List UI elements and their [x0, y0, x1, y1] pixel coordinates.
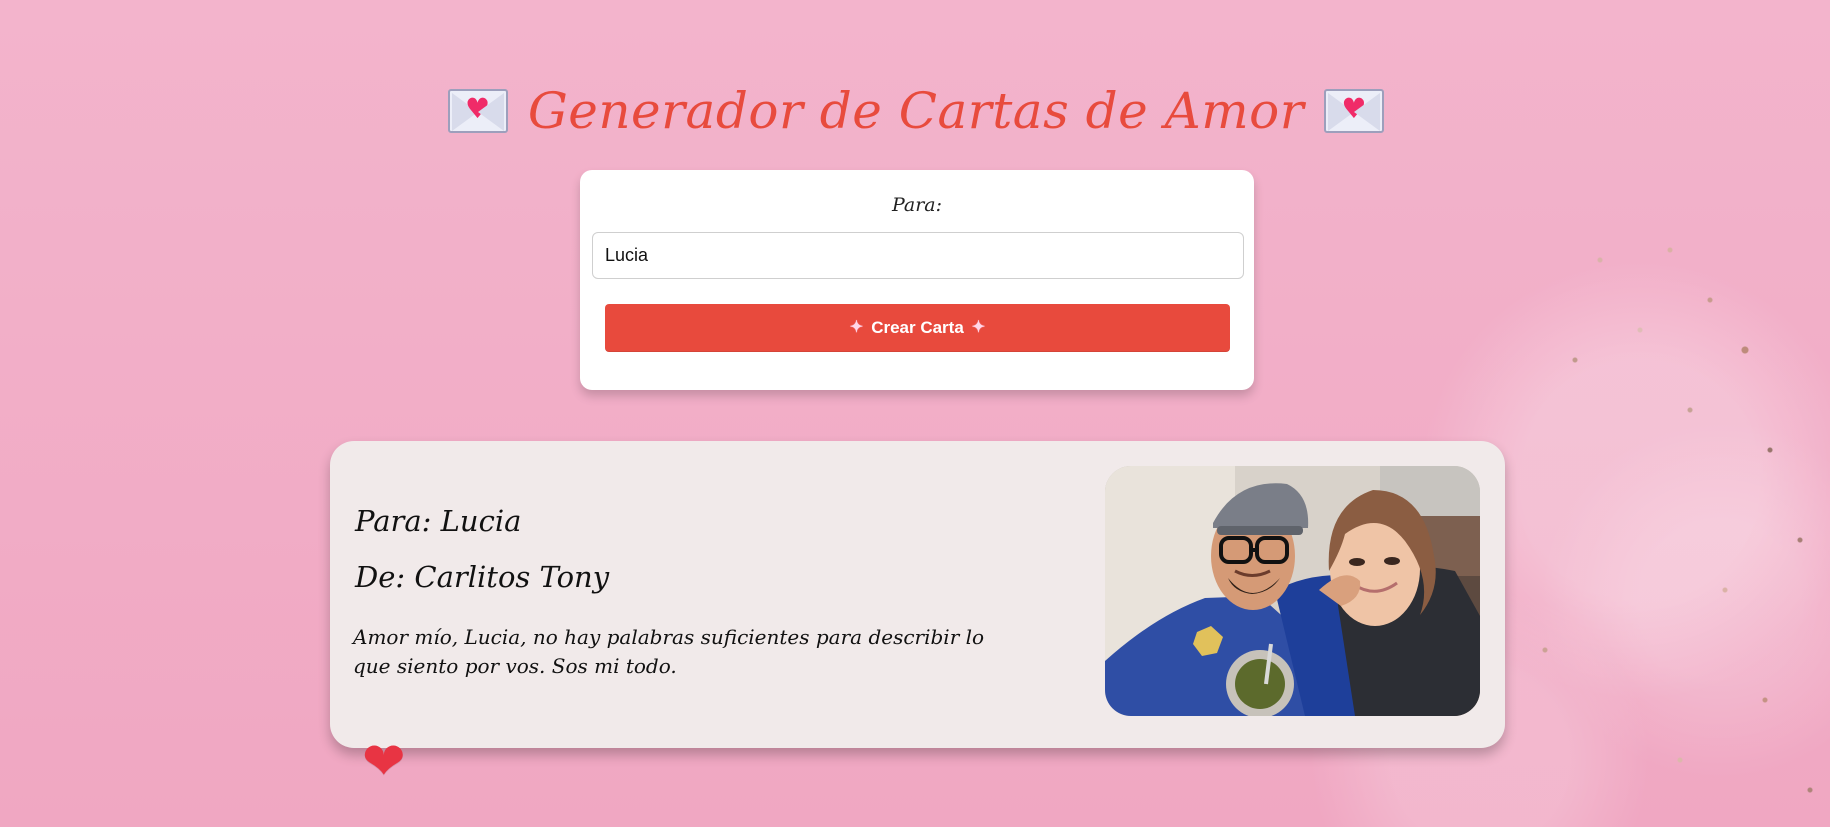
to-label: Para:: [891, 194, 943, 216]
create-letter-button[interactable]: ✦ Crear Carta ✦: [605, 304, 1230, 352]
create-letter-button-label: Crear Carta: [871, 318, 964, 337]
generated-letter-card: Para: Lucia De: Carlitos Tony Amor mío, …: [330, 441, 1505, 748]
sparkling-heart-icon: ✦: [971, 319, 986, 336]
heart-icon: ♥: [465, 92, 491, 125]
page-title-text: Generador de Cartas de Amor: [527, 82, 1305, 140]
letter-form-card: Para: ✦ Crear Carta ✦: [580, 170, 1254, 390]
envelope-heart-icon: ♥: [1324, 89, 1385, 133]
page-title: ♥ Generador de Cartas de Amor ♥: [447, 72, 1385, 150]
letter-sender: De: Carlitos Tony: [355, 560, 610, 594]
heart-icon: ♥: [1341, 92, 1367, 125]
couple-photo: [1105, 466, 1480, 716]
couple-photo-illustration: [1105, 466, 1480, 716]
envelope-heart-icon: ♥: [447, 89, 508, 133]
heart-icon: ❤: [362, 733, 406, 791]
recipient-name-input[interactable]: [592, 232, 1244, 279]
letter-message: Amor mío, Lucia, no hay palabras suficie…: [353, 625, 985, 678]
sparkling-heart-icon: ✦: [849, 319, 864, 336]
letter-recipient: Para: Lucia: [355, 504, 522, 538]
